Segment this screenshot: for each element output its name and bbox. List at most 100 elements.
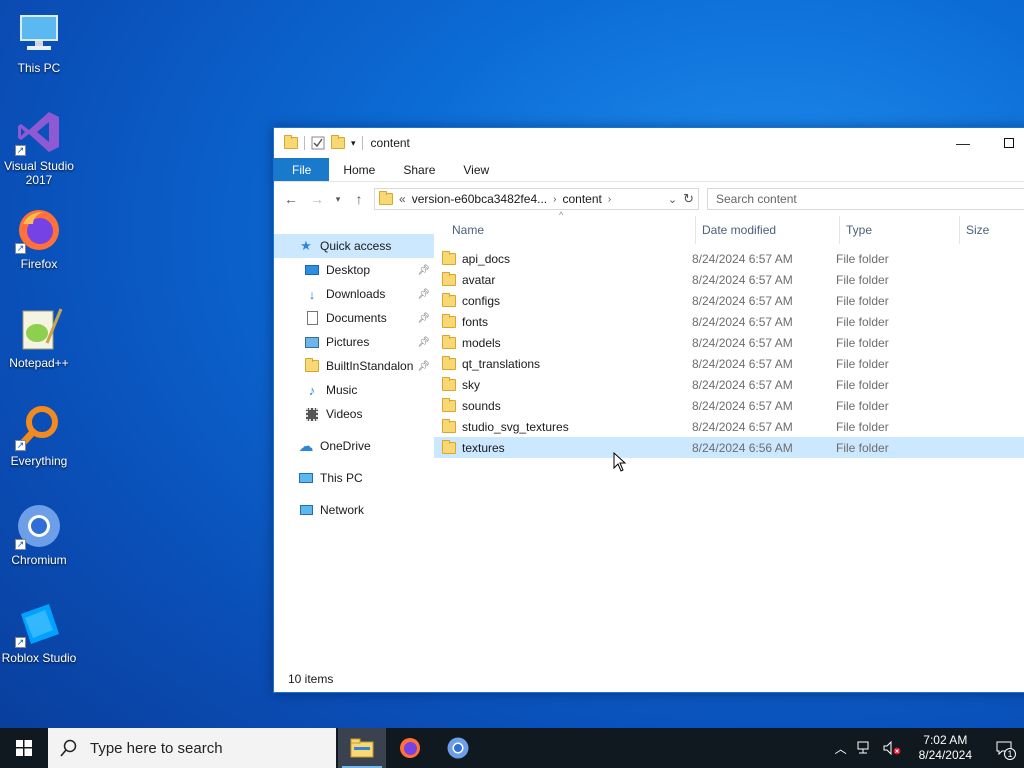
table-row[interactable]: sky 8/24/2024 6:57 AM File folder <box>434 374 1024 395</box>
new-folder-icon[interactable] <box>331 135 345 149</box>
nav-this-pc[interactable]: This PC <box>274 466 434 490</box>
notification-button[interactable]: 1 <box>990 728 1018 768</box>
nav-downloads[interactable]: ↓ Downloads 📌︎ <box>274 282 434 306</box>
cloud-icon: ☁ <box>298 438 314 455</box>
roblox-studio-icon: ↗ <box>15 600 63 648</box>
folder-icon <box>304 358 320 374</box>
nav-label: This PC <box>320 471 363 485</box>
table-row[interactable]: avatar 8/24/2024 6:57 AM File folder <box>434 269 1024 290</box>
taskbar-search-placeholder: Type here to search <box>90 739 223 757</box>
shortcut-arrow-icon: ↗ <box>15 539 26 550</box>
file-type: File folder <box>836 398 889 413</box>
nav-quick-access[interactable]: ★ Quick access <box>274 234 434 258</box>
folder-icon <box>442 418 456 433</box>
table-row[interactable]: textures 8/24/2024 6:56 AM File folder <box>434 437 1024 458</box>
properties-icon[interactable] <box>311 136 325 150</box>
tab-share[interactable]: Share <box>389 158 449 181</box>
desktop-icon-everything[interactable]: ↗ Everything <box>0 403 78 468</box>
desktop-icon-notepadpp[interactable]: Notepad++ <box>0 305 78 370</box>
volume-muted-icon[interactable] <box>883 741 901 755</box>
table-row[interactable]: configs 8/24/2024 6:57 AM File folder <box>434 290 1024 311</box>
visual-studio-icon: ↗ <box>15 108 63 156</box>
tab-view[interactable]: View <box>449 158 503 181</box>
refresh-icon[interactable]: ↻ <box>683 191 694 207</box>
desktop-icon-chromium[interactable]: ↗ Chromium <box>0 502 78 567</box>
pin-icon: 📌︎ <box>417 336 430 348</box>
nav-builtinstandalon[interactable]: BuiltInStandalon 📌︎ <box>274 354 434 378</box>
forward-button[interactable]: → <box>306 188 328 210</box>
recent-locations-button[interactable]: ▾ <box>332 188 344 210</box>
navigation-pane: ★ Quick access Desktop 📌︎ ↓ Downloads 📌︎… <box>274 216 434 666</box>
nav-videos[interactable]: Videos <box>274 402 434 426</box>
start-button[interactable] <box>0 728 48 768</box>
folder-icon <box>442 313 456 328</box>
firefox-icon <box>400 738 420 758</box>
clock-date: 8/24/2024 <box>918 748 972 762</box>
folder-icon <box>442 376 456 391</box>
column-name[interactable]: Name <box>434 216 696 244</box>
nav-label: Documents <box>326 311 387 325</box>
folder-icon <box>442 397 456 412</box>
column-size[interactable]: Size <box>960 216 1020 244</box>
file-date: 8/24/2024 6:57 AM <box>692 398 793 413</box>
breadcrumb-version[interactable]: version-e60bca3482fe4... <box>412 192 547 206</box>
star-icon: ★ <box>300 238 312 253</box>
nav-desktop[interactable]: Desktop 📌︎ <box>274 258 434 282</box>
desktop-icon-this-pc[interactable]: This PC <box>0 10 78 75</box>
sort-ascending-icon: ^ <box>559 210 564 220</box>
file-type: File folder <box>836 251 889 266</box>
address-overflow[interactable]: « <box>399 192 406 206</box>
table-row[interactable]: api_docs 8/24/2024 6:57 AM File folder <box>434 248 1024 269</box>
file-name: avatar <box>462 272 496 287</box>
folder-icon <box>442 250 456 265</box>
nav-network[interactable]: Network <box>274 498 434 522</box>
address-dropdown-icon[interactable]: ⌄ <box>668 193 677 206</box>
desktop-icon-roblox-studio[interactable]: ↗ Roblox Studio <box>0 600 78 665</box>
table-row[interactable]: fonts 8/24/2024 6:57 AM File folder <box>434 311 1024 332</box>
table-row[interactable]: studio_svg_textures 8/24/2024 6:57 AM File… <box>434 416 1024 437</box>
file-type: File folder <box>836 377 889 392</box>
desktop-icon-label: Visual Studio 2017 <box>4 159 74 187</box>
chevron-right-icon[interactable]: › <box>608 194 611 205</box>
table-row[interactable]: sounds 8/24/2024 6:57 AM File folder <box>434 395 1024 416</box>
tab-home[interactable]: Home <box>329 158 389 181</box>
tab-file[interactable]: File <box>274 158 330 181</box>
shortcut-arrow-icon: ↗ <box>15 440 26 451</box>
nav-music[interactable]: ♪ Music <box>274 378 434 402</box>
table-row[interactable]: models 8/24/2024 6:57 AM File folder <box>434 332 1024 353</box>
nav-onedrive[interactable]: ☁ OneDrive <box>274 434 434 458</box>
chromium-icon: ↗ <box>15 502 63 550</box>
back-button[interactable]: ← <box>280 188 302 210</box>
nav-pictures[interactable]: Pictures 📌︎ <box>274 330 434 354</box>
taskbar-search[interactable]: Type here to search <box>48 728 336 768</box>
table-row[interactable]: qt_translations 8/24/2024 6:57 AM File fol… <box>434 353 1024 374</box>
chevron-up-icon[interactable]: ︿ <box>835 740 847 757</box>
breadcrumb-content[interactable]: content <box>562 192 601 206</box>
desktop-icon-visual-studio[interactable]: ↗ Visual Studio 2017 <box>0 108 78 187</box>
file-rows: api_docs 8/24/2024 6:57 AM File folder avat… <box>434 248 1024 458</box>
desktop-icon-label: Firefox <box>20 257 58 271</box>
title-bar[interactable]: ▾ content — <box>274 128 1024 158</box>
column-type[interactable]: Type <box>840 216 960 244</box>
search-icon <box>60 739 77 757</box>
taskbar-file-explorer[interactable] <box>338 728 386 768</box>
up-button[interactable]: ↑ <box>348 188 370 210</box>
taskbar-firefox[interactable] <box>386 728 434 768</box>
maximize-button[interactable] <box>986 128 1024 158</box>
desktop-icon-firefox[interactable]: ↗ Firefox <box>0 206 78 271</box>
nav-documents[interactable]: Documents 📌︎ <box>274 306 434 330</box>
monitor-icon <box>298 470 314 486</box>
column-date-modified[interactable]: Date modified <box>696 216 840 244</box>
customize-qa-icon[interactable]: ▾ <box>351 138 356 149</box>
minimize-button[interactable]: — <box>940 128 986 158</box>
clock[interactable]: 7:02 AM 8/24/2024 <box>911 733 980 763</box>
address-bar[interactable]: « version-e60bca3482fe4... › content › ⌄… <box>374 188 699 210</box>
status-bar: 10 items <box>274 666 1024 692</box>
search-input[interactable]: Search content <box>707 188 1024 210</box>
network-icon[interactable] <box>857 741 873 755</box>
file-type: File folder <box>836 440 889 455</box>
chevron-right-icon[interactable]: › <box>553 194 556 205</box>
videos-icon <box>304 406 320 422</box>
folder-icon <box>379 191 393 205</box>
taskbar-chromium[interactable] <box>434 728 482 768</box>
